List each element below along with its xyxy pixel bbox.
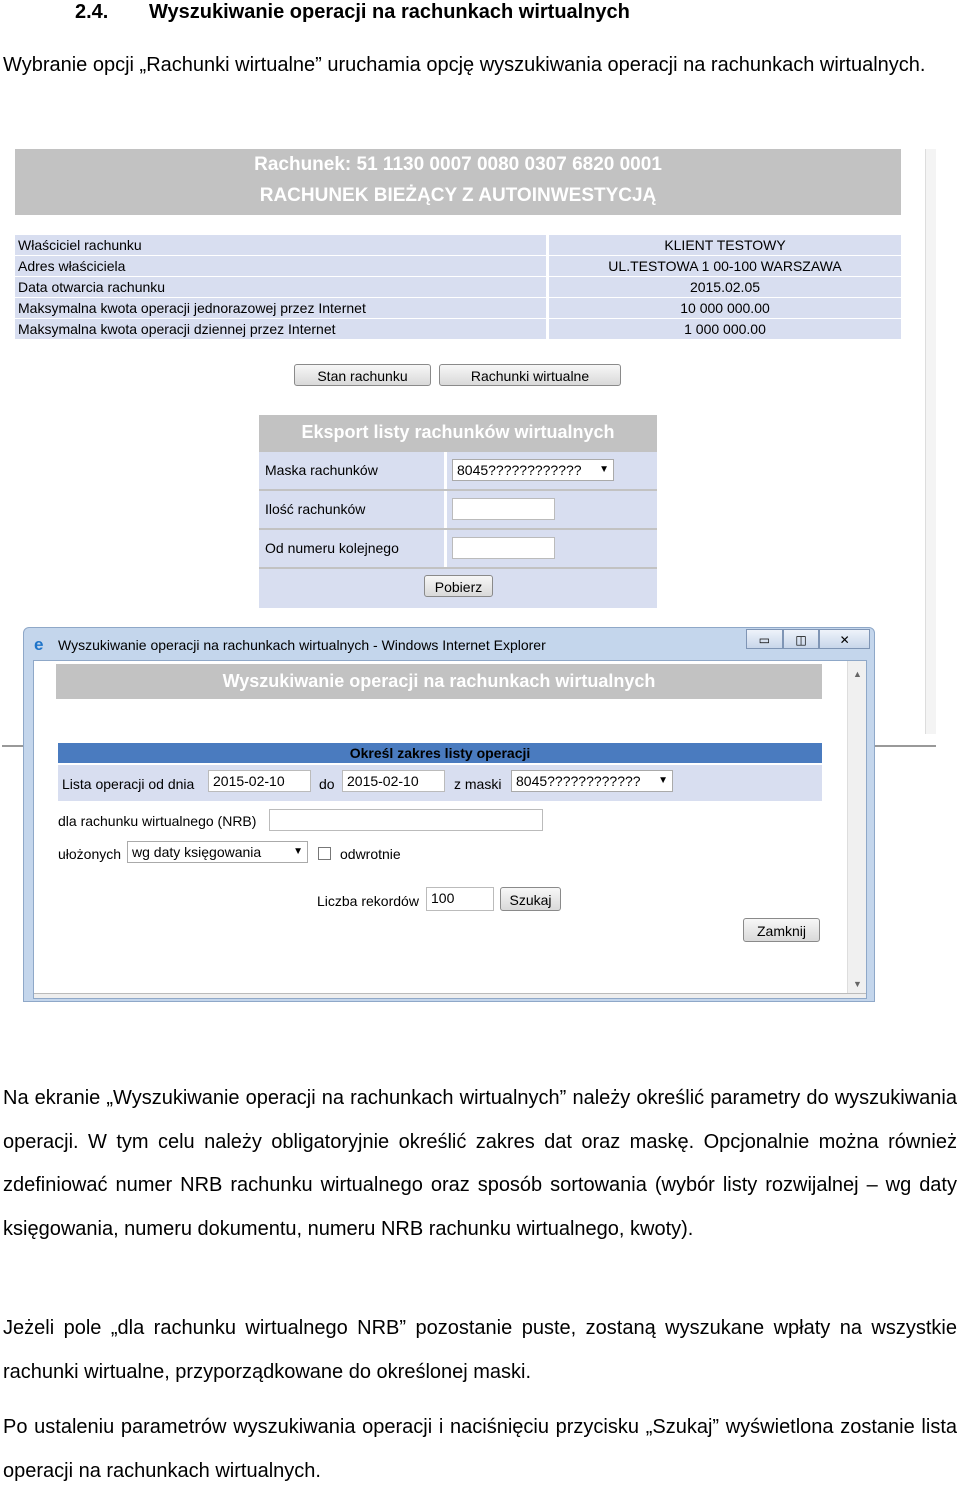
count-input[interactable] <box>452 498 555 520</box>
export-panel: Eksport listy rachunków wirtualnych Mask… <box>259 415 657 608</box>
search-title: Wyszukiwanie operacji na rachunkach wirt… <box>56 664 822 699</box>
section-number: 2.4. <box>75 1 109 23</box>
scrollbar[interactable]: ▲ ▼ <box>847 661 866 998</box>
row-value: UL.TESTOWA 1 00-100 WARSZAWA <box>546 256 901 276</box>
body-paragraph-1: Na ekranie „Wyszukiwanie operacji na rac… <box>3 1087 957 1240</box>
window-titlebar: e Wyszukiwanie operacji na rachunkach wi… <box>24 628 874 660</box>
table-row: Maksymalna kwota operacji dziennej przez… <box>15 319 901 339</box>
account-header: Rachunek: 51 1130 0007 0080 0307 6820 00… <box>15 149 901 215</box>
chevron-down-icon: ▼ <box>599 464 609 475</box>
ie-window: e Wyszukiwanie operacji na rachunkach wi… <box>23 627 875 1002</box>
count-row: Ilość rachunków <box>259 491 657 528</box>
from-date-input[interactable]: 2015-02-10 <box>208 770 311 792</box>
table-row: Właściciel rachunku KLIENT TESTOWY <box>15 235 901 255</box>
to-date-label: do <box>319 776 335 792</box>
from-number-input[interactable] <box>452 537 555 559</box>
close-icon[interactable]: ✕ <box>819 629 870 649</box>
window-controls: ▭ ◫ ✕ <box>746 629 870 649</box>
mask-filter-select[interactable]: 8045???????????? ▼ <box>511 770 673 792</box>
records-label: Liczba rekordów <box>317 893 419 909</box>
export-title: Eksport listy rachunków wirtualnych <box>301 422 615 442</box>
section-title: Wyszukiwanie operacji na rachunkach wirt… <box>149 1 630 23</box>
sort-select-value: wg daty księgowania <box>132 844 262 860</box>
scrollbar[interactable] <box>925 149 936 734</box>
reverse-checkbox[interactable] <box>318 847 331 860</box>
fetch-button[interactable]: Pobierz <box>424 575 493 597</box>
section-heading: 2.4. Wyszukiwanie operacji na rachunkach … <box>75 0 630 24</box>
close-button[interactable]: Zamknij <box>743 918 820 942</box>
mask-label: Maska rachunków <box>265 462 378 478</box>
mask-select[interactable]: 8045???????????? ▼ <box>452 459 614 481</box>
window-title: Wyszukiwanie operacji na rachunkach wirt… <box>58 637 546 653</box>
scroll-down-icon[interactable]: ▼ <box>853 979 862 989</box>
account-info-table: Właściciel rachunku KLIENT TESTOWY Adres … <box>15 234 901 340</box>
virtual-accounts-button[interactable]: Rachunki wirtualne <box>439 364 621 386</box>
nrb-input[interactable] <box>269 809 543 831</box>
row-label: Maksymalna kwota operacji dziennej przez… <box>15 319 546 339</box>
from-number-cell <box>444 530 660 567</box>
intro-paragraph: Wybranie opcji „Rachunki wirtualne” uruc… <box>3 54 926 76</box>
table-row: Adres właściciela UL.TESTOWA 1 00-100 WAR… <box>15 256 901 276</box>
chevron-down-icon: ▼ <box>293 846 303 857</box>
from-number-row: Od numeru kolejnego <box>259 530 657 567</box>
chevron-down-icon: ▼ <box>658 775 668 786</box>
minimize-icon[interactable]: ▭ <box>746 629 783 649</box>
mask-cell: 8045???????????? ▼ <box>444 452 660 489</box>
window-content: Wyszukiwanie operacji na rachunkach wirt… <box>33 660 867 999</box>
body-paragraph-2: Jeżeli pole „dla rachunku wirtualnego NR… <box>3 1317 957 1383</box>
date-range-row: Lista operacji od dnia 2015-02-10 do 201… <box>58 765 822 801</box>
sort-select[interactable]: wg daty księgowania ▼ <box>127 841 308 863</box>
table-row: Maksymalna kwota operacji jednorazowej p… <box>15 298 901 318</box>
row-value: 1 000 000.00 <box>546 319 901 339</box>
maximize-icon[interactable]: ◫ <box>782 629 820 649</box>
fetch-row: Pobierz <box>259 569 657 608</box>
ie-icon: e <box>34 635 44 654</box>
sort-label: ułożonych <box>58 846 122 862</box>
mask-row: Maska rachunków 8045???????????? ▼ <box>259 452 657 489</box>
count-label: Ilość rachunków <box>265 501 366 517</box>
body-paragraph-3: Po ustaleniu parametrów wyszukiwania ope… <box>3 1416 957 1482</box>
count-cell <box>444 491 660 528</box>
window-bottom-border <box>34 993 866 998</box>
nrb-label: dla rachunku wirtualnego (NRB) <box>58 813 257 829</box>
mask-filter-label: z maski <box>454 776 502 792</box>
search-button[interactable]: Szukaj <box>500 887 561 911</box>
reverse-label: odwrotnie <box>340 846 401 862</box>
mask-select-value: 8045???????????? <box>457 462 582 478</box>
row-value: 2015.02.05 <box>546 277 901 297</box>
from-date-label: Lista operacji od dnia <box>62 776 195 792</box>
row-label: Adres właściciela <box>15 256 546 276</box>
row-value: 10 000 000.00 <box>546 298 901 318</box>
table-row: Data otwarcia rachunku 2015.02.05 <box>15 277 901 297</box>
row-label: Maksymalna kwota operacji jednorazowej p… <box>15 298 546 318</box>
row-value: KLIENT TESTOWY <box>546 235 901 255</box>
account-type: RACHUNEK BIEŻĄCY Z AUTOINWESTYCJĄ <box>259 185 657 206</box>
records-input[interactable]: 100 <box>426 887 494 911</box>
scroll-up-icon[interactable]: ▲ <box>853 669 862 679</box>
to-date-input[interactable]: 2015-02-10 <box>342 770 445 792</box>
row-label: Data otwarcia rachunku <box>15 277 546 297</box>
range-header: Określ zakres listy operacji <box>58 743 822 763</box>
account-number: Rachunek: 51 1130 0007 0080 0307 6820 00… <box>254 154 662 175</box>
mask-filter-value: 8045???????????? <box>516 773 641 789</box>
row-label: Właściciel rachunku <box>15 235 546 255</box>
account-balance-button[interactable]: Stan rachunku <box>294 364 431 386</box>
from-number-label: Od numeru kolejnego <box>265 540 399 556</box>
